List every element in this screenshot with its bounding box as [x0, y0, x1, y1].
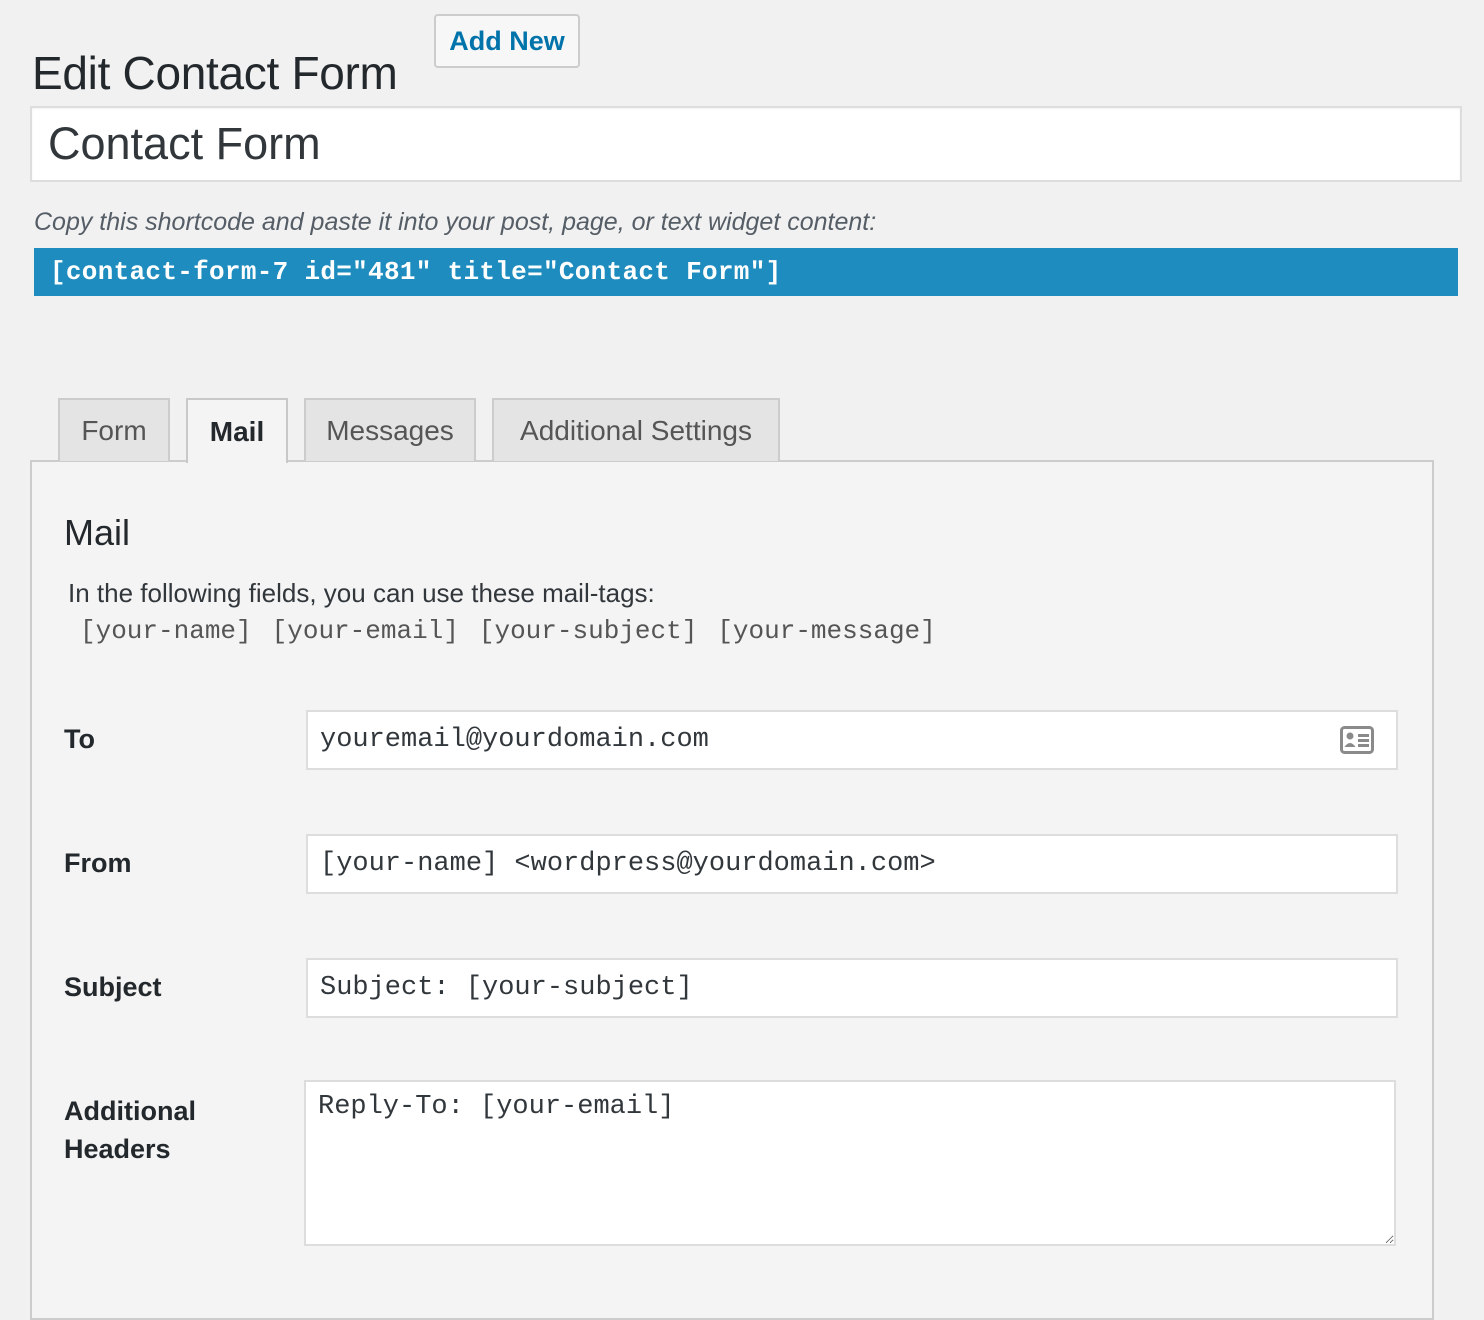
shortcode-instructions: Copy this shortcode and paste it into yo… [34, 208, 877, 236]
shortcode-field[interactable]: [contact-form-7 id="481" title="Contact … [34, 248, 1458, 296]
tab-form[interactable]: Form [58, 398, 170, 461]
mail-section-heading: Mail [64, 512, 131, 553]
from-label: From [64, 848, 132, 878]
mail-tag-your-name[interactable]: [your-name] [80, 616, 252, 646]
mail-tags-intro: In the following fields, you can use the… [68, 578, 655, 608]
tab-mail[interactable]: Mail [186, 398, 288, 463]
tab-additional-settings[interactable]: Additional Settings [492, 398, 780, 461]
form-title-input[interactable] [30, 106, 1462, 182]
tab-messages[interactable]: Messages [304, 398, 476, 461]
to-label: To [64, 724, 95, 754]
add-new-button[interactable]: Add New [434, 14, 580, 68]
subject-input[interactable] [306, 958, 1398, 1018]
additional-headers-textarea[interactable]: Reply-To: [your-email] [304, 1080, 1396, 1246]
mail-tags-list: [your-name] [your-email] [your-subject] … [80, 616, 956, 646]
from-input[interactable] [306, 834, 1398, 894]
mail-tag-your-message[interactable]: [your-message] [717, 616, 935, 646]
subject-label: Subject [64, 972, 162, 1002]
additional-headers-label-line1: Additional [64, 1096, 196, 1126]
editor-tabs: Form Mail Messages Additional Settings [58, 398, 796, 463]
mail-tag-your-subject[interactable]: [your-subject] [479, 616, 697, 646]
to-input[interactable] [306, 710, 1398, 770]
additional-headers-label: Additional Headers [64, 1092, 196, 1168]
additional-headers-label-line2: Headers [64, 1134, 171, 1164]
page-title: Edit Contact Form [32, 46, 398, 99]
contact-card-icon[interactable] [1340, 726, 1374, 754]
mail-tag-your-email[interactable]: [your-email] [272, 616, 459, 646]
